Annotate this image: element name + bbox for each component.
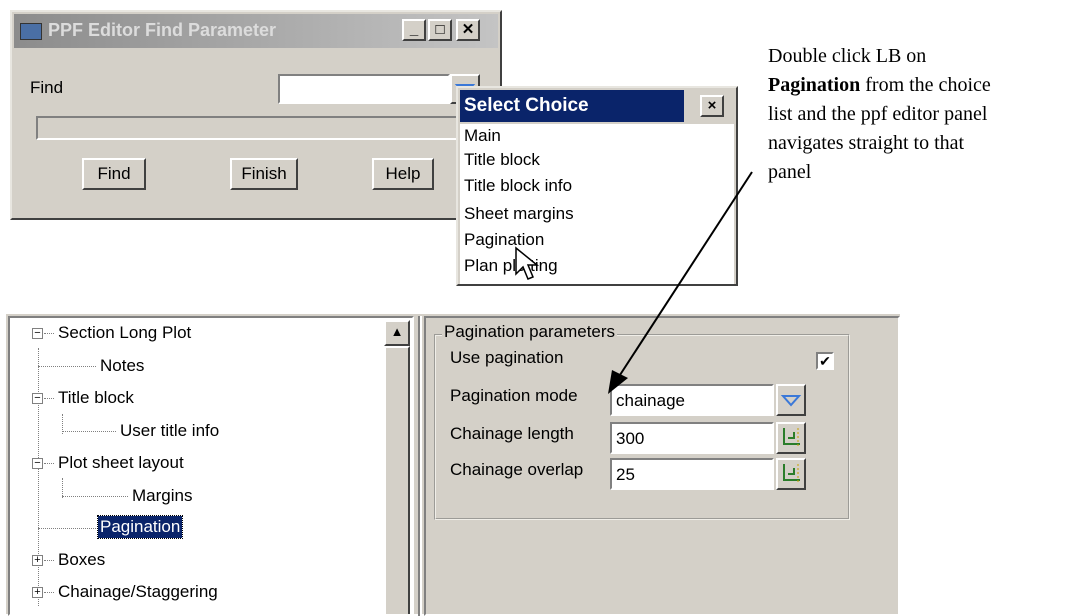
- callout-arrow: [608, 171, 753, 394]
- callout-arrow-line: [617, 171, 753, 379]
- callout-arrowhead: [608, 370, 628, 394]
